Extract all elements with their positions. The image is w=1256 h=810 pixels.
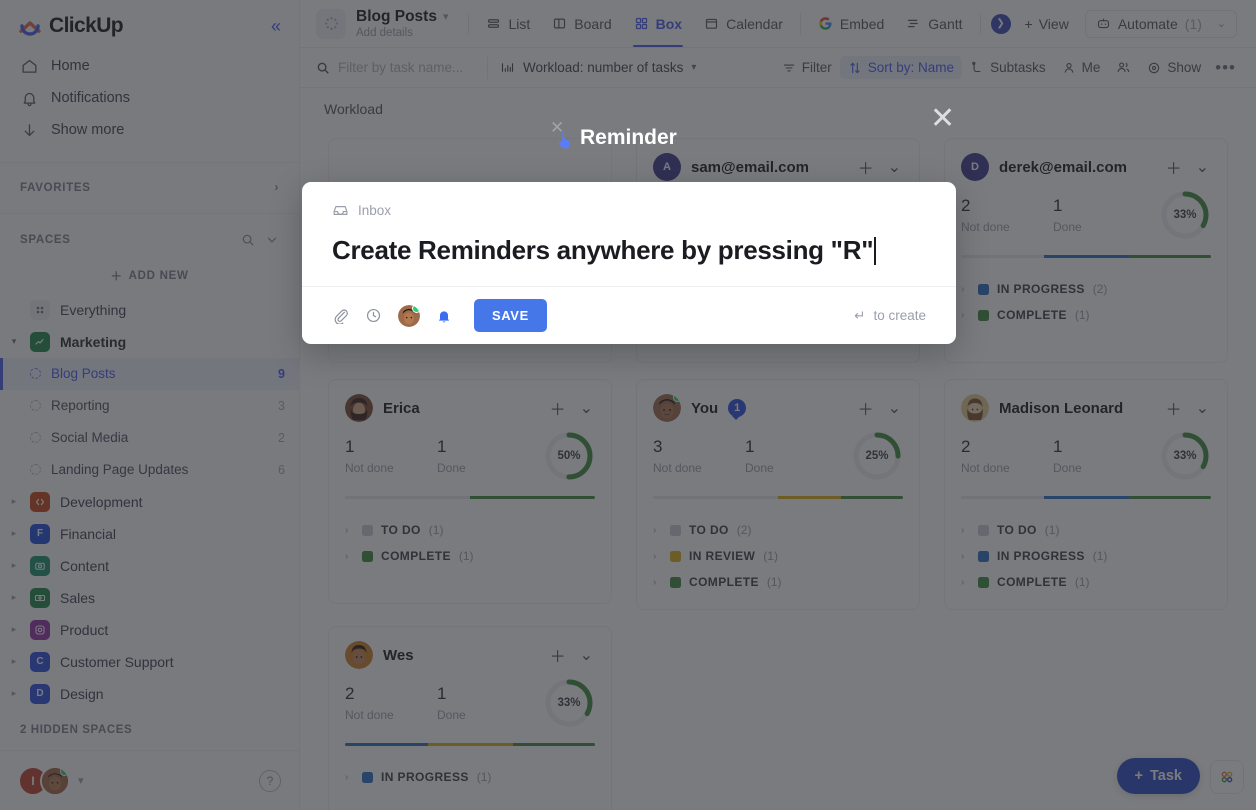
reminder-tooltip: Reminder xyxy=(556,126,677,150)
enter-hint: ↵ to create xyxy=(854,308,926,324)
inbox-icon xyxy=(332,202,349,219)
reminder-title-value: Create Reminders anywhere by pressing "R… xyxy=(332,235,874,265)
close-icon[interactable]: ✕ xyxy=(930,104,955,134)
modal-footer: SAVE ↵ to create xyxy=(302,286,956,344)
modal-source[interactable]: Inbox xyxy=(332,202,926,219)
reminder-tooltip-label: Reminder xyxy=(580,126,677,149)
modal-source-label: Inbox xyxy=(358,203,392,218)
modal-scrim[interactable] xyxy=(0,0,1256,810)
reminder-modal: Inbox Create Reminders anywhere by press… xyxy=(302,182,956,344)
enter-hint-label: to create xyxy=(873,308,926,323)
pointer-cursor-icon xyxy=(556,130,573,150)
save-button[interactable]: SAVE xyxy=(474,299,547,332)
presence-dot xyxy=(412,304,420,313)
enter-key-icon: ↵ xyxy=(854,307,866,323)
reminder-title-input[interactable]: Create Reminders anywhere by pressing "R… xyxy=(332,235,926,266)
assignee-avatar[interactable] xyxy=(398,304,420,327)
text-cursor xyxy=(874,236,876,265)
modal-body: Inbox Create Reminders anywhere by press… xyxy=(302,182,956,286)
bell-icon[interactable] xyxy=(436,308,452,324)
attachment-icon[interactable] xyxy=(332,307,349,324)
clock-icon[interactable] xyxy=(365,307,382,324)
